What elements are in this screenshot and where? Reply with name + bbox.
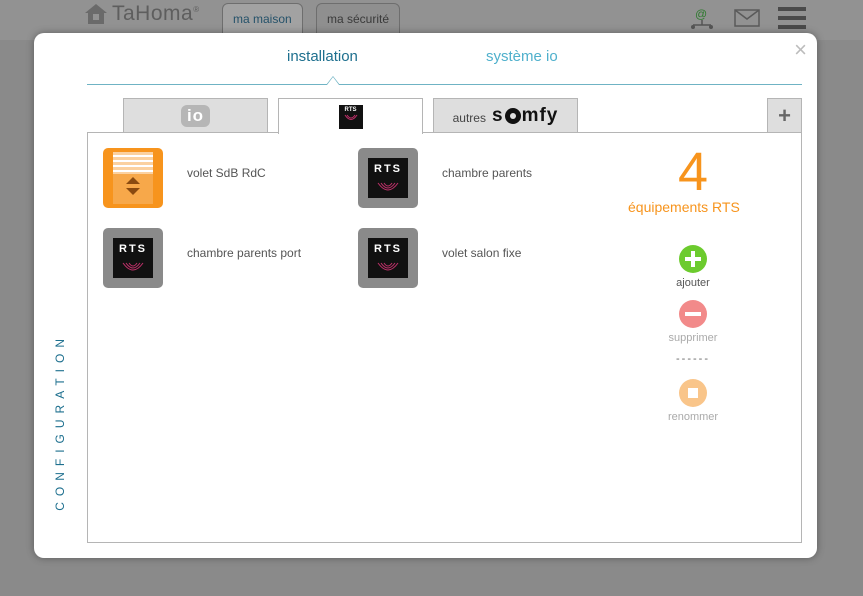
- add-device-button[interactable]: ajouter: [648, 245, 738, 289]
- minus-icon: [679, 300, 707, 328]
- rts-device-icon: RTS: [103, 228, 163, 288]
- active-tab-caret: [326, 76, 340, 85]
- tab-systeme-io[interactable]: système io: [486, 48, 558, 65]
- tab-installation[interactable]: installation: [287, 48, 358, 65]
- device-count: 4: [678, 142, 709, 202]
- device-label: volet salon fixe: [442, 246, 522, 260]
- device-chambre-parents-port[interactable]: RTS chambre parents port: [103, 228, 353, 290]
- protocol-tab-io[interactable]: io: [123, 98, 268, 133]
- delete-device-button[interactable]: supprimer: [648, 300, 738, 344]
- device-volet-sdb-rdc[interactable]: volet SdB RdC: [103, 148, 353, 210]
- device-label: volet SdB RdC: [187, 166, 266, 180]
- mail-icon[interactable]: [734, 9, 760, 32]
- menu-icon[interactable]: [778, 7, 806, 34]
- tab-ma-securite[interactable]: ma sécurité: [316, 3, 401, 37]
- action-separator: ------: [676, 353, 710, 365]
- configuration-modal: × installation système io CONFIGURATION …: [34, 33, 817, 558]
- shutter-icon: [103, 148, 163, 208]
- protocol-tab-rts[interactable]: RTS: [278, 98, 423, 134]
- delete-label: supprimer: [668, 332, 718, 344]
- rts-device-icon: RTS: [358, 228, 418, 288]
- devices-panel: volet SdB RdC RTS chambre parents RTS ch…: [87, 132, 802, 543]
- plus-icon: [679, 245, 707, 273]
- stop-icon: [679, 379, 707, 407]
- protocol-tab-autres-somfy[interactable]: autres s mfy: [433, 98, 578, 133]
- rts-icon: RTS: [338, 104, 363, 129]
- device-chambre-parents[interactable]: RTS chambre parents: [358, 148, 608, 210]
- device-label: chambre parents: [442, 166, 533, 180]
- rts-device-icon: RTS: [358, 148, 418, 208]
- house-icon: [84, 3, 108, 25]
- add-label: ajouter: [676, 277, 710, 289]
- logo-text: TaHoma®: [112, 2, 200, 25]
- autres-label: autres: [452, 111, 486, 125]
- main-tabs: installation système io: [87, 45, 802, 85]
- configuration-side-label: CONFIGURATION: [53, 333, 67, 511]
- somfy-logo: s mfy: [491, 105, 559, 126]
- device-volet-salon-fixe[interactable]: RTS volet salon fixe: [358, 228, 608, 290]
- device-count-label: équipements RTS: [628, 199, 740, 215]
- device-label: chambre parents port: [187, 246, 302, 260]
- tahoma-logo[interactable]: TaHoma®: [84, 2, 200, 26]
- svg-text:@: @: [695, 7, 707, 21]
- tab-ma-maison[interactable]: ma maison: [222, 3, 303, 37]
- network-icon[interactable]: @: [690, 6, 714, 35]
- io-icon: io: [180, 105, 211, 127]
- rename-device-button[interactable]: renommer: [648, 379, 738, 423]
- add-protocol-button[interactable]: +: [767, 98, 802, 133]
- rename-label: renommer: [667, 411, 719, 423]
